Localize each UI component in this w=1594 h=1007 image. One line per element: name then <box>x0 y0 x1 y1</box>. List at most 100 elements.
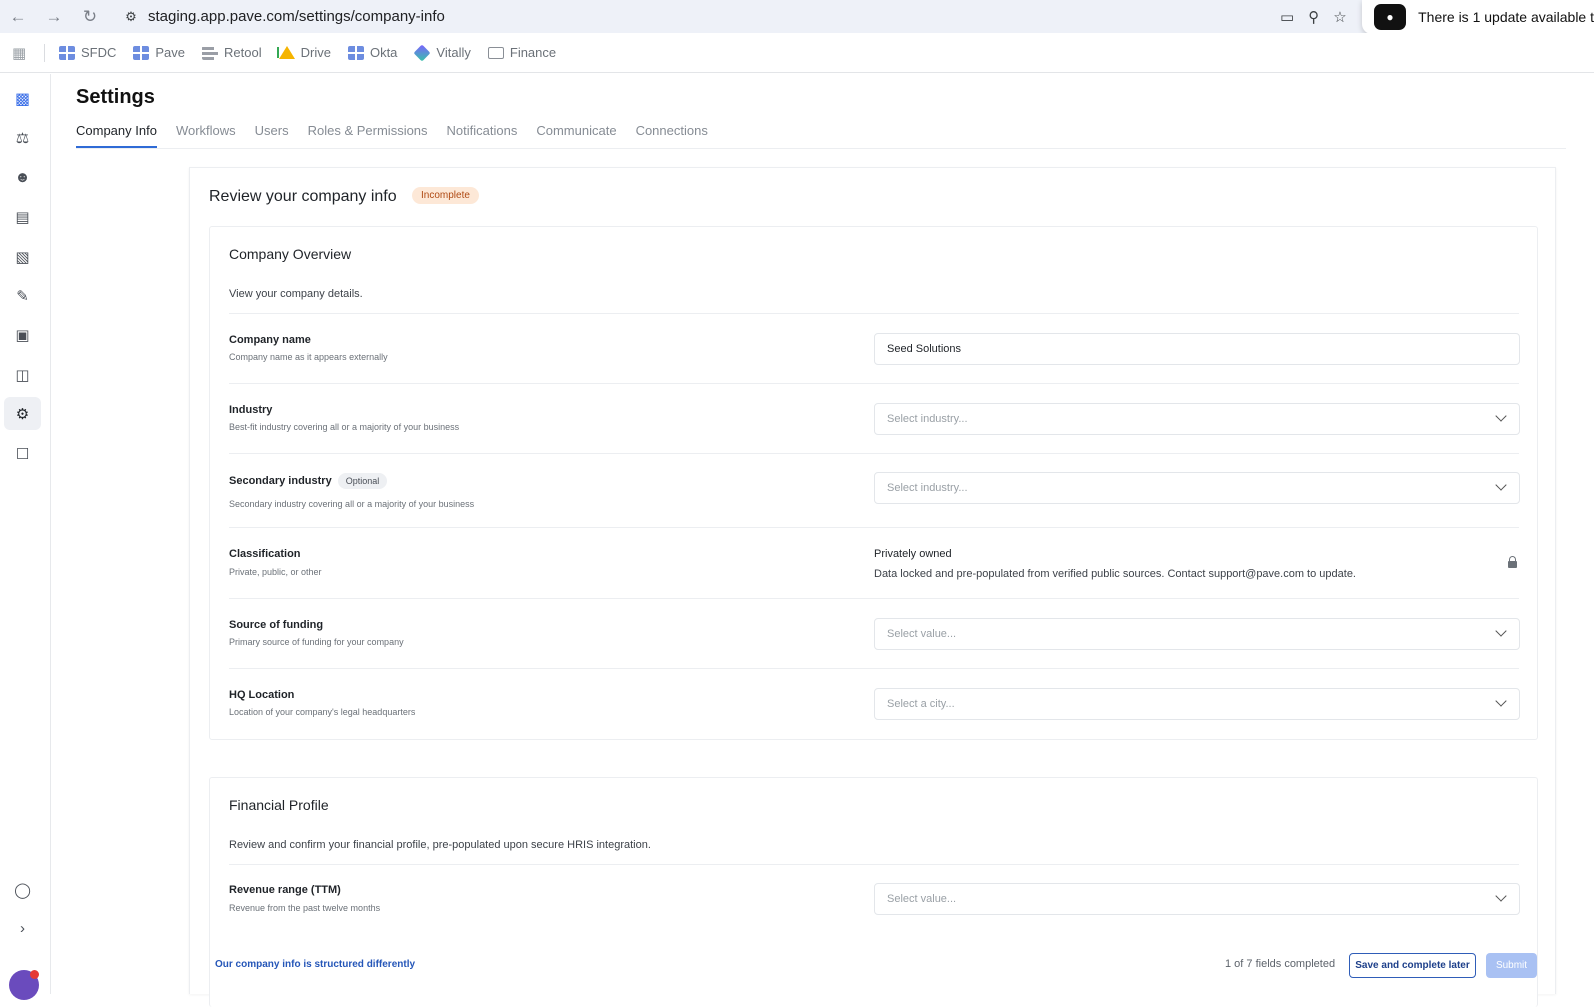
company-name-input[interactable]: Seed Solutions <box>874 333 1520 365</box>
company-info-panel: Review your company info Incomplete Comp… <box>189 167 1556 1007</box>
okta-icon <box>347 45 364 60</box>
chevron-right-icon[interactable]: › <box>4 912 41 945</box>
divider <box>229 864 1519 865</box>
company-name-help: Company name as it appears externally <box>229 352 388 362</box>
bookmark-pave[interactable]: Pave <box>133 45 185 60</box>
classification-help: Private, public, or other <box>229 567 322 577</box>
sfdc-icon <box>59 45 75 60</box>
secondary-industry-label: Secondary industry Optional <box>229 473 388 489</box>
site-settings-icon[interactable]: ⚙ <box>114 9 148 25</box>
section-title: Financial Profile <box>229 797 329 813</box>
status-badge: Incomplete <box>412 187 479 204</box>
industry-label: Industry <box>229 404 273 416</box>
secondary-industry-select-placeholder: Select industry... <box>887 482 968 494</box>
submit-button[interactable]: Submit <box>1486 953 1537 978</box>
tab-notifications[interactable]: Notifications <box>447 118 518 148</box>
zoom-icon[interactable]: ⚲ <box>1308 8 1319 26</box>
industry-select-placeholder: Select industry... <box>887 413 968 425</box>
chevron-down-icon <box>1495 479 1507 491</box>
revenue-select-placeholder: Select value... <box>887 893 957 905</box>
classification-label: Classification <box>229 548 301 560</box>
page-title: Settings <box>76 86 155 108</box>
lock-icon <box>1508 556 1517 568</box>
tab-connections[interactable]: Connections <box>636 118 708 148</box>
document-plus-icon[interactable]: ◫ <box>4 358 41 391</box>
gear-icon[interactable]: ⚙ <box>4 397 41 430</box>
folder-icon <box>487 46 504 59</box>
tab-company-info[interactable]: Company Info <box>76 118 157 148</box>
divider <box>229 383 1519 384</box>
bookmark-okta[interactable]: Okta <box>347 45 398 60</box>
update-toast[interactable]: ● There is 1 update available t <box>1362 0 1594 34</box>
divider <box>229 668 1519 669</box>
bookmark-vitally[interactable]: Vitally <box>413 44 471 61</box>
revenue-select[interactable]: Select value... <box>874 883 1520 915</box>
tabs-divider <box>76 148 1566 149</box>
classification-note: Data locked and pre-populated from verif… <box>874 568 1356 580</box>
lock-icon[interactable]: ☐ <box>4 437 41 470</box>
building-icon[interactable]: ▧ <box>4 240 41 273</box>
hq-select[interactable]: Select a city... <box>874 688 1520 720</box>
forward-icon[interactable]: → <box>36 0 72 33</box>
apps-grid-icon[interactable]: ▦ <box>12 44 34 62</box>
chevron-down-icon <box>1495 890 1507 902</box>
people-icon[interactable]: ☻ <box>4 161 41 194</box>
update-toast-text: There is 1 update available t <box>1418 9 1594 25</box>
optional-badge: Optional <box>337 473 388 489</box>
secondary-industry-select[interactable]: Select industry... <box>874 472 1520 504</box>
back-icon[interactable]: ← <box>0 0 36 33</box>
tab-communicate[interactable]: Communicate <box>536 118 616 148</box>
tab-roles-permissions[interactable]: Roles & Permissions <box>308 118 428 148</box>
bookmark-sfdc[interactable]: SFDC <box>59 45 116 60</box>
revenue-label: Revenue range (TTM) <box>229 884 341 896</box>
tab-workflows[interactable]: Workflows <box>176 118 236 148</box>
url-text[interactable]: staging.app.pave.com/settings/company-in… <box>148 8 445 25</box>
tab-users[interactable]: Users <box>255 118 289 148</box>
structured-differently-link[interactable]: Our company info is structured different… <box>215 959 415 970</box>
save-later-button[interactable]: Save and complete later <box>1349 953 1476 978</box>
vitally-icon <box>413 44 431 61</box>
retool-icon <box>202 45 219 60</box>
browser-actions: ▭ ⚲ ☆ <box>1280 0 1347 33</box>
notification-dot <box>30 970 39 979</box>
divider <box>229 527 1519 528</box>
bookmark-drive[interactable]: Drive <box>278 45 331 60</box>
bookmark-label: Drive <box>300 45 331 60</box>
bookmark-label: Vitally <box>436 45 471 60</box>
pencil-icon[interactable]: ✎ <box>4 279 41 312</box>
money-icon[interactable]: ▤ <box>4 200 41 233</box>
bookmark-retool[interactable]: Retool <box>202 45 262 60</box>
divider <box>229 598 1519 599</box>
update-app-icon: ● <box>1374 4 1407 30</box>
drive-icon <box>278 46 295 59</box>
hq-select-placeholder: Select a city... <box>887 698 955 710</box>
bookmark-label: SFDC <box>81 45 117 60</box>
bookmark-finance[interactable]: Finance <box>487 45 556 60</box>
secondary-industry-label-text: Secondary industry <box>229 474 332 487</box>
funding-select[interactable]: Select value... <box>874 618 1520 650</box>
company-overview-card: Company Overview View your company detai… <box>209 226 1538 740</box>
secondary-industry-help: Secondary industry covering all or a maj… <box>229 499 475 509</box>
bookmark-label: Retool <box>224 45 262 60</box>
install-app-icon[interactable]: ▭ <box>1280 8 1294 26</box>
settings-tabs: Company Info Workflows Users Roles & Per… <box>76 118 708 148</box>
revenue-help: Revenue from the past twelve months <box>229 903 381 913</box>
bookmark-star-icon[interactable]: ☆ <box>1333 8 1346 26</box>
gift-icon[interactable]: ▣ <box>4 318 41 351</box>
bookmarks-bar: ▦ SFDC Pave Retool Drive Okta Vitally Fi… <box>0 33 1594 73</box>
review-title: Review your company info <box>209 188 397 205</box>
bookmark-label: Okta <box>369 45 398 60</box>
funding-label: Source of funding <box>229 619 324 631</box>
scales-icon[interactable]: ⚖ <box>4 121 41 154</box>
chat-icon[interactable]: ◯ <box>4 873 41 906</box>
financial-profile-card: Financial Profile Review and confirm you… <box>209 777 1538 1007</box>
company-name-label: Company name <box>229 334 311 346</box>
section-subtitle: View your company details. <box>229 288 363 300</box>
chevron-down-icon <box>1495 695 1507 707</box>
address-bar[interactable]: ⚙ staging.app.pave.com/settings/company-… <box>114 2 1354 31</box>
industry-select[interactable]: Select industry... <box>874 403 1520 435</box>
hq-label: HQ Location <box>229 689 295 701</box>
fields-progress: 1 of 7 fields completed <box>1225 958 1336 970</box>
pave-logo-icon[interactable]: ▩ <box>4 82 41 115</box>
reload-icon[interactable]: ↻ <box>72 0 108 33</box>
